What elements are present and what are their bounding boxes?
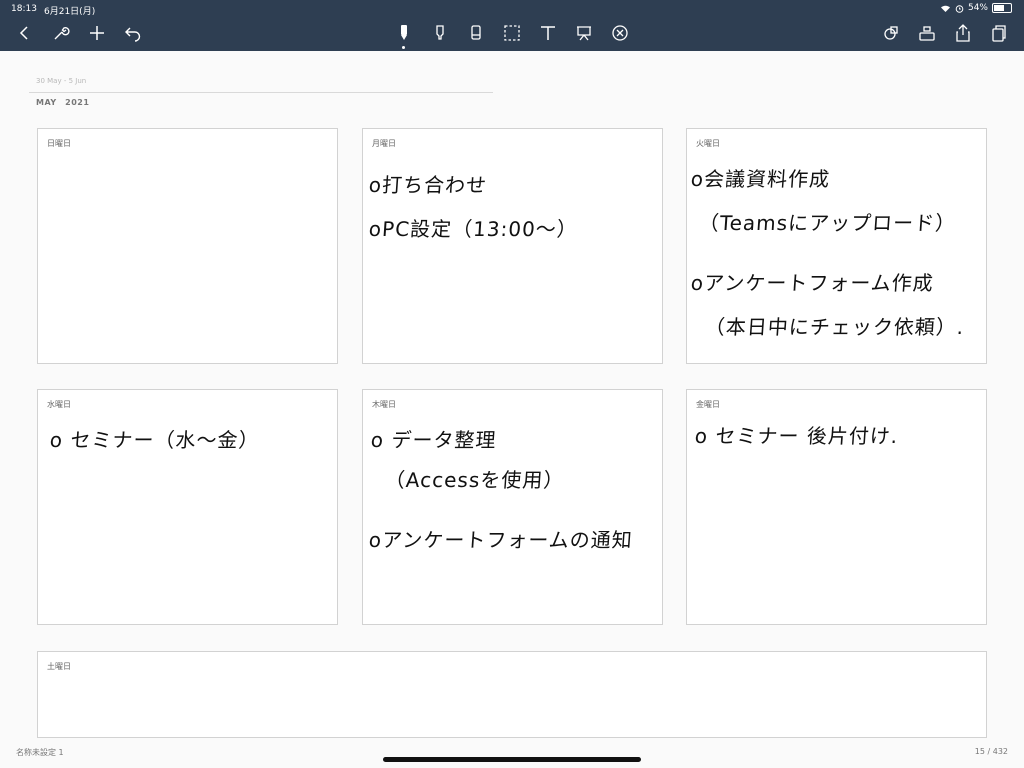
day-label: 月曜日 <box>372 139 396 148</box>
handwritten-note: （Teamsにアップロード） <box>698 211 958 235</box>
zoom-window-icon[interactable] <box>918 24 936 42</box>
day-label: 土曜日 <box>47 662 71 671</box>
day-box-wednesday[interactable]: 水曜日 o セミナー（水〜金） <box>37 389 338 625</box>
week-range: 30 May - 5 Jun <box>36 77 87 85</box>
home-indicator[interactable] <box>383 757 641 762</box>
pages-icon[interactable] <box>990 24 1008 42</box>
status-bar: 18:13 6月21日(月) 54% <box>0 0 1024 18</box>
wifi-icon <box>940 5 950 12</box>
top-toolbar: 18:13 6月21日(月) 54% <box>0 0 1024 51</box>
eraser-icon[interactable] <box>467 24 485 42</box>
text-icon[interactable] <box>539 24 557 42</box>
day-label: 金曜日 <box>696 400 720 409</box>
day-box-monday[interactable]: 月曜日 o打ち合わせ oPC設定（13:00〜） <box>362 128 663 364</box>
handwritten-note: o打ち合わせ <box>368 173 488 197</box>
undo-icon[interactable] <box>124 24 142 42</box>
status-time: 18:13 <box>11 4 37 14</box>
plus-icon[interactable] <box>88 24 106 42</box>
laser-pointer-icon[interactable] <box>575 24 593 42</box>
status-right: 54% <box>940 3 1012 13</box>
day-label: 水曜日 <box>47 400 71 409</box>
handwritten-note: o データ整理 <box>370 428 498 452</box>
status-date: 6月21日(月) <box>44 7 96 17</box>
day-box-thursday[interactable]: 木曜日 o データ整理 （Accessを使用） oアンケートフォームの通知 <box>362 389 663 625</box>
share-icon[interactable] <box>954 24 972 42</box>
day-label: 木曜日 <box>372 400 396 409</box>
wrench-icon[interactable] <box>52 24 70 42</box>
active-tool-indicator <box>402 46 405 49</box>
back-icon[interactable] <box>16 24 34 42</box>
day-box-sunday[interactable]: 日曜日 <box>37 128 338 364</box>
battery-fill <box>994 5 1004 11</box>
day-label: 日曜日 <box>47 139 71 148</box>
page-indicator: 15 / 432 <box>974 747 1008 756</box>
pen-icon[interactable] <box>395 24 413 42</box>
close-circle-icon[interactable] <box>611 24 629 42</box>
handwritten-note: o セミナー 後片付け. <box>694 424 900 448</box>
handwritten-note: （Accessを使用） <box>384 468 566 492</box>
day-label: 火曜日 <box>696 139 720 148</box>
highlighter-icon[interactable] <box>431 24 449 42</box>
shapes-icon[interactable] <box>882 24 900 42</box>
handwritten-note: oアンケートフォームの通知 <box>368 528 634 552</box>
handwritten-note: oPC設定（13:00〜） <box>368 217 579 241</box>
handwritten-note: oアンケートフォーム作成 <box>690 271 935 295</box>
day-box-saturday[interactable]: 土曜日 <box>37 651 987 738</box>
battery-percent: 54% <box>967 3 988 13</box>
handwritten-note: （本日中にチェック依頼）. <box>704 315 966 339</box>
alarm-icon <box>955 4 964 13</box>
header-divider <box>29 92 493 93</box>
battery-icon <box>992 3 1012 13</box>
month-title: MAY 2021 <box>36 98 90 107</box>
handwritten-note: o会議資料作成 <box>690 167 831 191</box>
day-box-friday[interactable]: 金曜日 o セミナー 後片付け. <box>686 389 987 625</box>
day-box-tuesday[interactable]: o会議資料作成 火曜日 （Teamsにアップロード） oアンケートフォーム作成 … <box>686 128 987 364</box>
document-name: 名称未設定 1 <box>16 748 64 757</box>
lasso-icon[interactable] <box>503 24 521 42</box>
handwritten-note: o セミナー（水〜金） <box>49 428 261 452</box>
